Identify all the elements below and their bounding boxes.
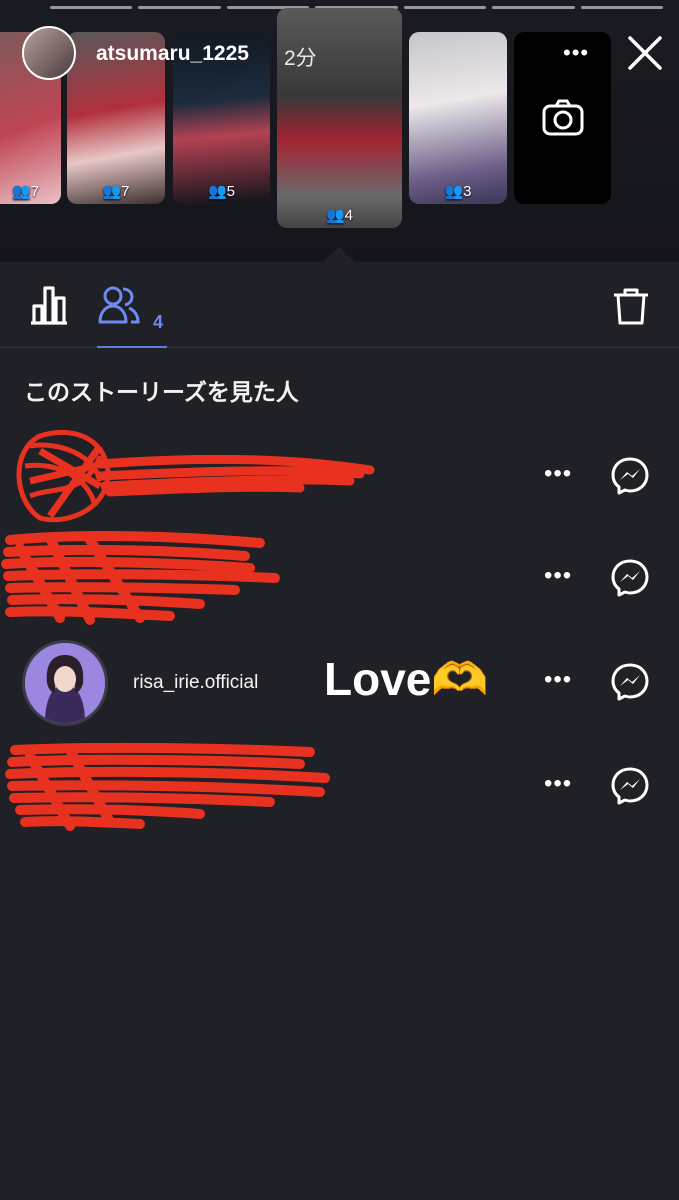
viewers-icon: 👥 <box>207 183 227 200</box>
viewer-username[interactable]: risa_irie.official <box>133 672 258 694</box>
reaction-text: Love🫶 <box>324 653 489 705</box>
more-horizontal-icon[interactable]: ••• <box>563 40 589 66</box>
viewer-row[interactable]: risa_irie.official Love🫶 ••• <box>0 632 679 736</box>
viewers-icon: 👥 <box>444 183 464 200</box>
viewer-row[interactable]: ••• <box>0 426 679 530</box>
story-thumbnail[interactable]: 👥3 <box>409 32 507 204</box>
viewer-row[interactable]: ••• <box>0 528 679 632</box>
trash-icon[interactable] <box>611 286 651 326</box>
messenger-icon[interactable] <box>610 766 650 806</box>
close-icon[interactable] <box>626 34 664 72</box>
more-horizontal-icon[interactable]: ••• <box>544 562 572 590</box>
profile-avatar[interactable] <box>22 26 76 80</box>
viewers-icon: 👥 <box>102 183 122 200</box>
more-horizontal-icon[interactable]: ••• <box>544 460 572 488</box>
redaction-scribble <box>5 742 330 831</box>
viewers-count: 4 <box>153 312 164 332</box>
viewer-row[interactable]: ••• <box>0 736 679 840</box>
story-view-count: 7 <box>30 183 40 200</box>
viewer-avatar[interactable] <box>22 640 108 726</box>
messenger-icon[interactable] <box>610 456 650 496</box>
story-view-count: 5 <box>226 183 236 200</box>
story-thumbnail-selected[interactable]: 👥4 <box>277 8 402 228</box>
viewers-icon <box>98 286 140 324</box>
camera-icon <box>542 99 584 136</box>
story-view-count: 3 <box>463 183 472 200</box>
avatar-portrait <box>25 643 105 723</box>
viewers-icon: 👥 <box>325 207 345 224</box>
tab-viewers[interactable]: 4 <box>97 278 167 348</box>
redaction-scribble <box>16 429 375 523</box>
more-horizontal-icon[interactable]: ••• <box>544 770 572 798</box>
viewers-icon: 👥 <box>11 183 31 200</box>
section-title: このストーリーズを見た人 <box>24 379 299 405</box>
messenger-icon[interactable] <box>610 662 650 702</box>
selection-pointer <box>322 247 356 263</box>
story-timestamp: 2分 <box>284 47 317 70</box>
more-horizontal-icon[interactable]: ••• <box>544 666 572 694</box>
story-view-count: 4 <box>344 207 354 224</box>
redaction-scribble <box>1 531 280 625</box>
bar-chart-icon[interactable] <box>28 284 70 326</box>
story-view-count: 7 <box>121 183 130 200</box>
viewer-tab-bar: 4 <box>0 262 679 348</box>
messenger-icon[interactable] <box>610 558 650 598</box>
story-strip: 👥7 👥7 👥5 👥4 👥3 atsumaru_1225 2分 ••• <box>0 0 679 263</box>
story-username[interactable]: atsumaru_1225 <box>96 42 249 66</box>
